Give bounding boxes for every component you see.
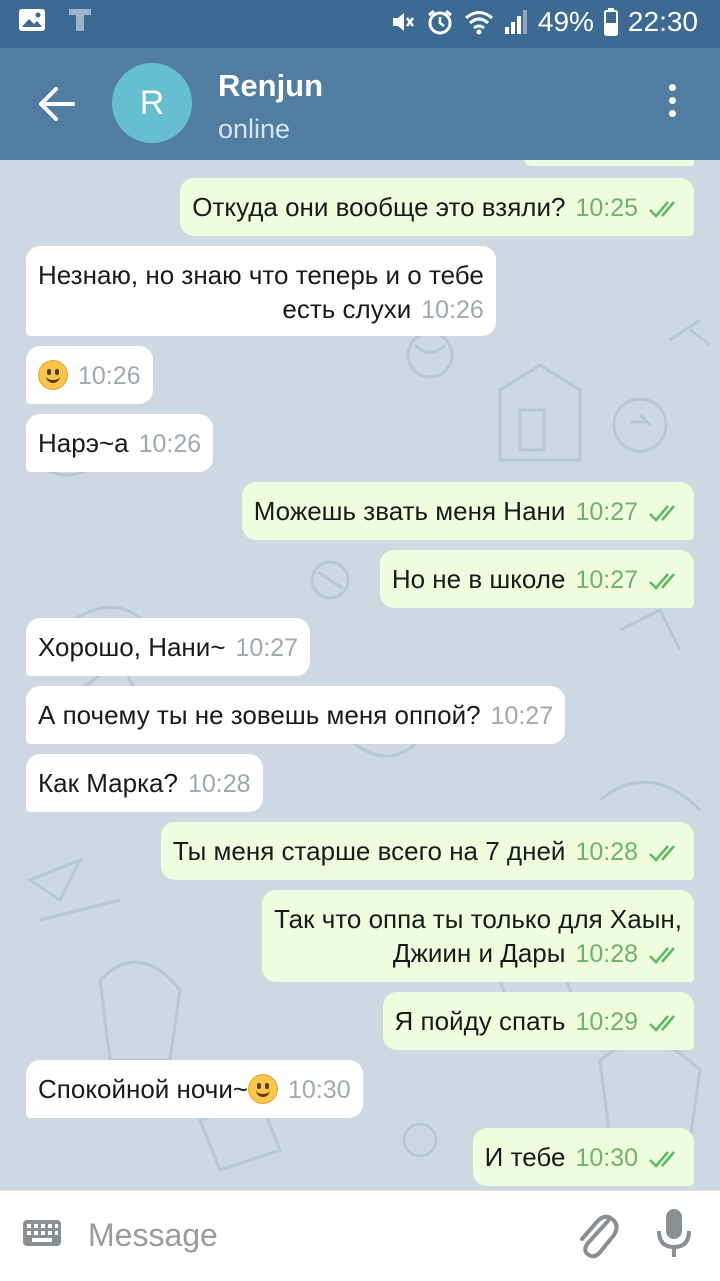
- read-checkmarks-icon: [649, 845, 675, 862]
- message-text: Ты меня старше всего на 7 дней: [172, 836, 566, 866]
- message-time: 10:27: [575, 498, 638, 526]
- smiling-face-emoji-icon: [248, 1074, 279, 1104]
- message-text-line2: Джиин и Дары: [392, 938, 566, 968]
- message-time: 10:29: [575, 1008, 638, 1036]
- message-time: 10:25: [575, 194, 638, 222]
- partial-message: [524, 160, 694, 166]
- incoming-message[interactable]: 10:26: [26, 346, 153, 404]
- message-text: Откуда они вообще это взяли?: [192, 192, 566, 222]
- t-icon: [68, 8, 92, 32]
- contact-name[interactable]: Renjun: [218, 68, 323, 104]
- microphone-icon[interactable]: [654, 1207, 694, 1266]
- message-text: Но не в школе: [391, 564, 566, 594]
- mute-icon: [390, 9, 416, 35]
- message-text: А почему ты не зовешь меня оппой?: [38, 700, 481, 730]
- message-text: Я пойду спать: [394, 1006, 566, 1036]
- battery-percent: 49%: [537, 6, 594, 37]
- clock: 22:30: [627, 6, 698, 37]
- avatar-letter: R: [139, 83, 165, 122]
- incoming-message[interactable]: Как Марка? 10:28: [26, 754, 263, 812]
- image-icon: [18, 8, 46, 32]
- message-text: Спокойной ночи~: [38, 1074, 249, 1104]
- read-checkmarks-icon: [649, 1015, 675, 1032]
- keyboard-icon[interactable]: [22, 1219, 62, 1252]
- message-time: 10:30: [288, 1076, 351, 1104]
- outgoing-message[interactable]: И тебе 10:30: [472, 1128, 694, 1186]
- message-text: Как Марка?: [38, 768, 178, 798]
- message-text: Незнаю, но знаю что теперь и о тебе: [38, 260, 484, 290]
- signal-icon: [504, 9, 528, 35]
- read-checkmarks-icon: [649, 201, 675, 218]
- message-time: 10:26: [138, 430, 202, 458]
- incoming-message[interactable]: Незнаю, но знаю что теперь и о тебе есть …: [26, 246, 496, 336]
- message-text-line2: есть слухи: [282, 294, 412, 324]
- message-time: 10:27: [235, 634, 299, 662]
- message-time: 10:26: [78, 362, 141, 390]
- chat-area[interactable]: Откуда они вообще это взяли? 10:25 Незнаю,…: [0, 160, 720, 1190]
- message-time: 10:28: [187, 770, 251, 798]
- outgoing-message[interactable]: Так что оппа ты только для Хаын, Джиин и …: [261, 890, 694, 982]
- incoming-message[interactable]: А почему ты не зовешь меня оппой? 10:27: [26, 686, 566, 744]
- message-time: 10:27: [490, 702, 554, 730]
- outgoing-message[interactable]: Но не в школе 10:27: [379, 550, 694, 608]
- message-input[interactable]: [86, 1209, 550, 1261]
- message-text: И тебе: [484, 1142, 566, 1172]
- more-menu-icon[interactable]: [666, 84, 678, 124]
- chat-header: R Renjun online: [0, 48, 720, 160]
- message-text: Можешь звать меня Нани: [253, 496, 566, 526]
- message-text: Нарэ~а: [38, 428, 129, 458]
- incoming-message[interactable]: Нарэ~а 10:26: [26, 414, 214, 472]
- contact-status: online: [218, 114, 291, 144]
- read-checkmarks-icon: [649, 505, 675, 522]
- message-text: Так что оппа ты только для Хаын,: [273, 904, 682, 934]
- read-checkmarks-icon: [649, 1151, 675, 1168]
- back-arrow-icon[interactable]: [36, 86, 76, 122]
- read-checkmarks-icon: [649, 947, 675, 964]
- read-checkmarks-icon: [649, 573, 675, 590]
- grinning-face-emoji-icon: [38, 360, 68, 390]
- incoming-message[interactable]: Спокойной ночи~ 10:30: [26, 1060, 363, 1118]
- message-time: 10:28: [575, 838, 638, 866]
- outgoing-message[interactable]: Откуда они вообще это взяли? 10:25: [180, 178, 694, 236]
- message-time: 10:30: [575, 1144, 638, 1172]
- outgoing-message[interactable]: Я пойду спать 10:29: [382, 992, 694, 1050]
- outgoing-message[interactable]: Ты меня старше всего на 7 дней 10:28: [160, 822, 694, 880]
- battery-icon: [603, 8, 618, 36]
- attach-icon[interactable]: [574, 1209, 620, 1266]
- message-text: Хорошо, Нани~: [38, 632, 226, 662]
- message-line: есть слухи 10:26: [38, 292, 484, 327]
- message-time: 10:28: [575, 940, 638, 968]
- avatar[interactable]: R: [112, 63, 192, 143]
- message-input-bar: [0, 1190, 720, 1281]
- wifi-icon: [464, 9, 494, 35]
- alarm-icon: [426, 8, 454, 36]
- message-time: 10:27: [575, 566, 638, 594]
- status-bar: 49% 22:30: [0, 0, 720, 48]
- outgoing-message[interactable]: Можешь звать меня Нани 10:27: [241, 482, 694, 540]
- incoming-message[interactable]: Хорошо, Нани~ 10:27: [26, 618, 311, 676]
- message-time: 10:26: [421, 296, 484, 324]
- message-line: Джиин и Дары 10:28: [274, 936, 682, 971]
